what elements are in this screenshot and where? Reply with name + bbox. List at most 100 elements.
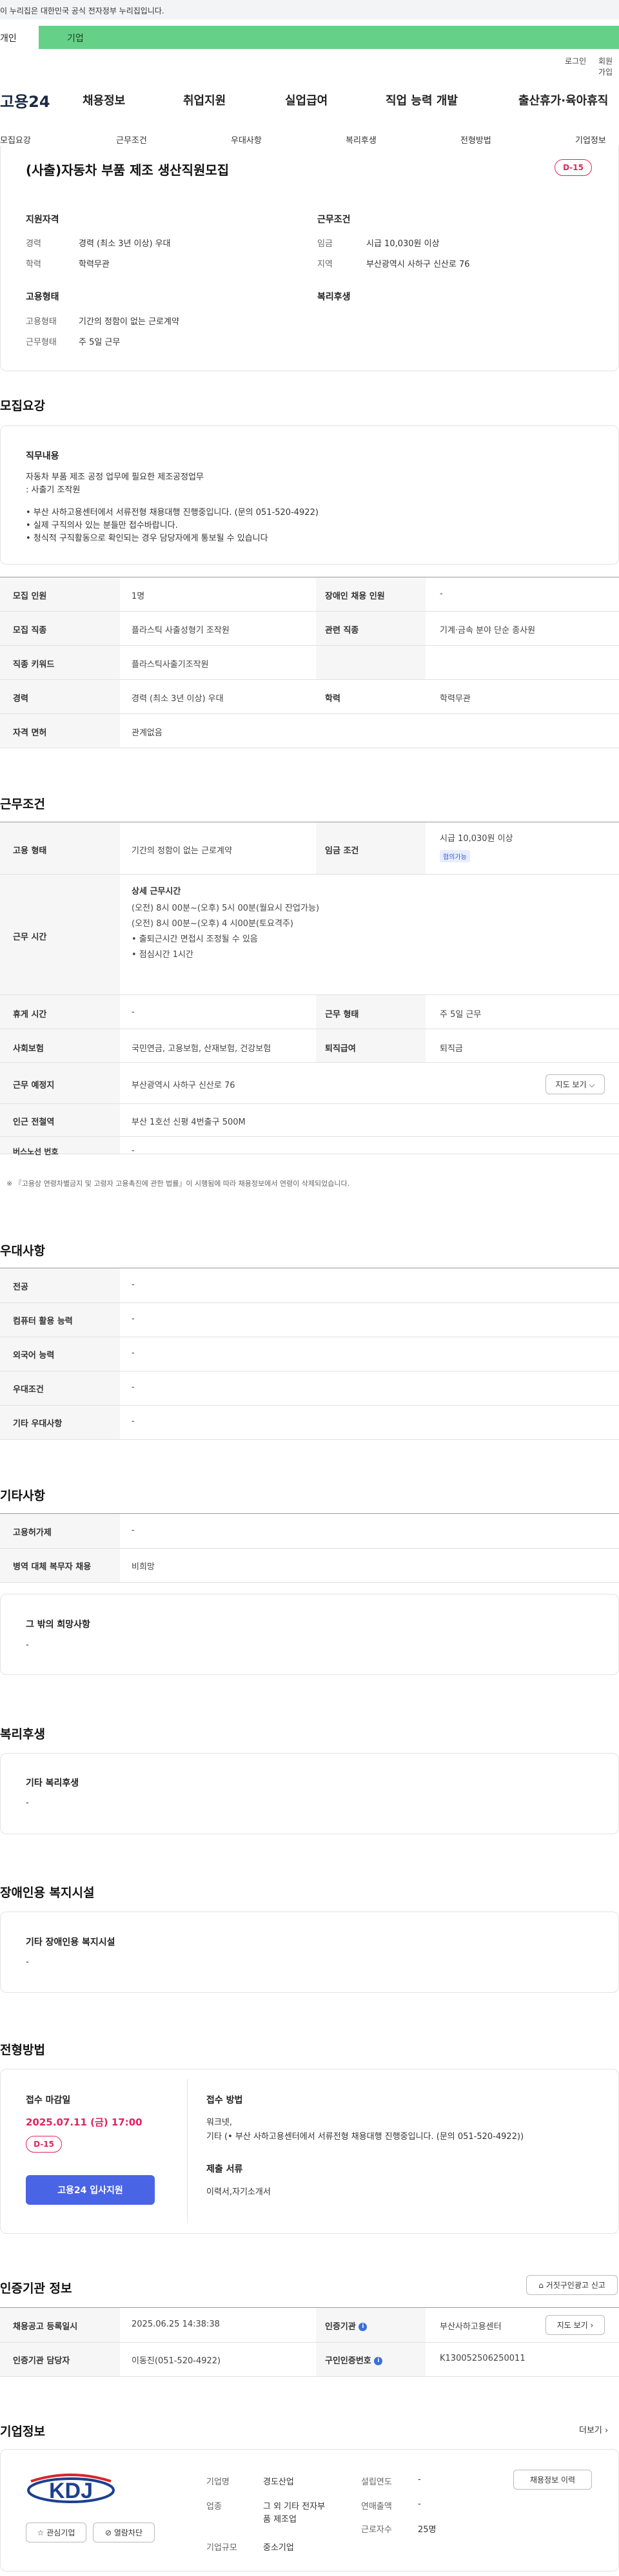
cell-value: 경력 (최소 3년 이상) 우대 [132, 694, 224, 704]
cell-value: 1명 [132, 592, 145, 601]
cell-key: 휴게 시간 [13, 1010, 47, 1020]
cell-key: 모집 인원 [13, 592, 47, 601]
cell-key: 우대조건 [13, 1385, 44, 1395]
cell-key: 인증기관 i [325, 2319, 368, 2332]
cell-key: 고용 형태 [13, 846, 47, 856]
company-logo-image: KDJ [27, 2474, 115, 2503]
cell-key: 기타 우대사항 [13, 1419, 63, 1429]
cell-key: 컴퓨터 활용 능력 [13, 1317, 73, 1326]
cell-value: - [132, 1348, 135, 1358]
company-name-value: 경도산업 [263, 2477, 294, 2487]
recruit-history-button[interactable]: 채용정보 이력 [513, 2470, 592, 2490]
gnb-parental-leave[interactable]: 출산휴가·육아휴직 [518, 92, 608, 108]
cell-value: 플라스틱사출기조작원 [132, 660, 209, 670]
company-name-label: 기업명 [206, 2477, 230, 2487]
company-more-link[interactable]: 더보기 › [579, 2423, 608, 2436]
docs-heading: 제출 서류 [206, 2164, 243, 2174]
block-company-button[interactable]: ⊘ 열람차단 [93, 2523, 155, 2542]
disability-value: - [26, 1957, 29, 1967]
cell-value: 시급 10,030원 이상 [440, 834, 513, 844]
gnb-employment-support[interactable]: 취업지원 [183, 92, 226, 108]
info-icon[interactable]: i [359, 2323, 368, 2331]
section-recruit: 모집요강 [0, 399, 45, 413]
gnb-jobs[interactable]: 채용정보 [83, 92, 125, 108]
screen-divider [187, 2079, 188, 2223]
subtab-welfare[interactable]: 복리후생 [346, 133, 377, 146]
gnb-vocational-training[interactable]: 직업 능력 개발 [386, 92, 458, 108]
age-notice: ※ 『고용상 연령차별금지 및 고령자 고용촉진에 관한 법률』이 시행됨에 따… [6, 1179, 350, 1188]
row-divider [0, 679, 619, 680]
site-logo[interactable]: 고용24 [0, 89, 50, 111]
cell-key: 임금 조건 [325, 846, 359, 856]
career-label: 경력 [26, 239, 41, 249]
subtab-recruit[interactable]: 모집요강 [0, 133, 31, 146]
etype-label: 고용형태 [26, 317, 57, 327]
cell-key: 전공 [13, 1283, 28, 1292]
hours-line: (오전) 8시 00분~(오후) 5시 00분(월요시 잔업가능) [132, 904, 320, 913]
duty-line: • 청식적 구직활동으로 확인되는 경우 담당자에게 통보될 수 있습니다 [26, 534, 268, 543]
hours-title: 상세 근무시간 [132, 887, 181, 896]
region-value: 부산광역시 사하구 신산로 76 [366, 260, 470, 269]
subtab-screen[interactable]: 전형방법 [460, 133, 491, 146]
row-divider [0, 1582, 619, 1583]
section-welfare: 복리후생 [0, 1727, 45, 1741]
home-icon: ⌂ [538, 2281, 544, 2290]
welfare-card [0, 1753, 619, 1834]
cell-key: 학력 [325, 694, 340, 704]
cell-key: 인근 전철역 [13, 1118, 55, 1127]
login-link[interactable]: 로그인 [565, 55, 586, 66]
cert-map-button[interactable]: 지도 보기 › [545, 2315, 605, 2335]
tab-company[interactable]: 기업 [67, 32, 84, 44]
cell-key: 자격 면허 [13, 728, 47, 738]
cell-value: - [132, 1382, 135, 1392]
wage-value: 시급 10,030원 이상 [366, 239, 440, 249]
row-divider [0, 1405, 619, 1406]
subtab-pref[interactable]: 우대사항 [231, 133, 262, 146]
subtab-company[interactable]: 기업정보 [575, 133, 606, 146]
cell-value: - [132, 1314, 135, 1324]
row-divider [0, 2342, 619, 2343]
row-divider [0, 874, 619, 875]
wage-label: 임금 [317, 239, 333, 249]
gnb-unemployment-benefit[interactable]: 실업급여 [285, 92, 328, 108]
wtype-value: 주 5일 근무 [79, 338, 121, 347]
welfare-heading: 복리후생 [317, 292, 351, 302]
apply-button[interactable]: 고용24 입사지원 [26, 2175, 155, 2205]
report-fake-ad-button[interactable]: ⌂ 거짓구인광고 신고 [526, 2275, 618, 2295]
cell-key: 병역 대체 복무자 채용 [13, 1562, 92, 1572]
section-work: 근무조건 [0, 797, 45, 811]
favorite-company-button[interactable]: ☆ 관심기업 [26, 2523, 86, 2542]
wtype-label: 근무형태 [26, 338, 57, 347]
edu-label: 학력 [26, 260, 41, 269]
row-divider [0, 994, 619, 995]
tab-personal[interactable]: 개인 [0, 26, 39, 49]
row-divider [0, 1136, 619, 1137]
screen-card [0, 2069, 619, 2234]
cell-key: 근무 예정지 [13, 1081, 55, 1090]
report-label: 거짓구인광고 신고 [545, 2281, 605, 2290]
duty-line: 자동차 부품 제조 공정 업무에 필요한 제조공정업무 [26, 472, 204, 482]
cell-key: 근무 시간 [13, 933, 47, 942]
info-icon[interactable]: i [374, 2357, 383, 2365]
company-size-value: 중소기업 [263, 2543, 294, 2553]
row-divider [0, 611, 619, 612]
method-value: 기타 (• 부산 사하고용센터에서 서류전형 채용대행 진행중입니다. (문의 … [206, 2132, 524, 2142]
section-screen: 전형방법 [0, 2043, 45, 2057]
cell-value: - [440, 589, 443, 599]
edu-value: 학력무관 [79, 260, 110, 269]
cell-key: 직종 키워드 [13, 660, 55, 670]
logo-text: KDJ [49, 2479, 93, 2503]
cell-value: 부산 1호선 신평 4번출구 500M [132, 1118, 246, 1127]
cell-value: - [132, 1007, 135, 1017]
signup-link[interactable]: 회원가입 [598, 55, 619, 77]
cell-value: 국민연금, 고용보험, 산재보험, 건강보험 [132, 1044, 271, 1054]
cell-key: 퇴직급여 [325, 1044, 356, 1054]
cell-value: 퇴직금 [440, 1044, 463, 1054]
industry-value: 품 제조업 [263, 2515, 297, 2524]
job-title: (사출)자동차 부품 제조 생산직원모집 [26, 162, 230, 178]
cell-value: 부산광역시 사하구 신산로 76 [132, 1081, 235, 1090]
map-view-button[interactable]: 지도 보기 ⌵ [545, 1074, 605, 1094]
cell-key: 모집 직종 [13, 626, 47, 635]
hours-line: (오전) 8시 00분~(오후) 4 시00분(토요격주) [132, 919, 293, 929]
subtab-work[interactable]: 근무조건 [116, 133, 147, 146]
